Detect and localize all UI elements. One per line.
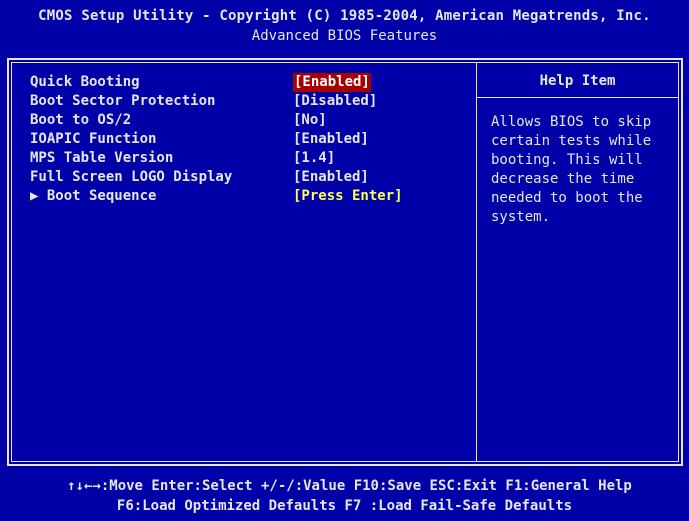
- header-subtitle: Advanced BIOS Features: [251, 28, 438, 44]
- key-legend-line1: ↑↓←→:Move Enter:Select +/-/:Value F10:Sa…: [67, 478, 632, 494]
- setting-value[interactable]: [No]: [293, 111, 327, 130]
- help-title: Help Item: [539, 73, 616, 89]
- setting-label: MPS Table Version: [30, 150, 174, 166]
- settings-frame-inner: Quick Booting [Enabled] Boot Sector Prot…: [11, 62, 679, 462]
- setting-label: Quick Booting: [30, 74, 140, 90]
- setting-quick-booting[interactable]: Quick Booting [Enabled]: [30, 73, 470, 92]
- setting-full-screen-logo[interactable]: Full Screen LOGO Display [Enabled]: [30, 168, 470, 187]
- setting-boot-to-os2[interactable]: Boot to OS/2 [No]: [30, 111, 470, 130]
- setting-value[interactable]: [Enabled]: [293, 130, 369, 149]
- panel-divider: [476, 63, 477, 461]
- setting-label: Boot Sector Protection: [30, 93, 216, 109]
- submenu-value[interactable]: [Press Enter]: [293, 187, 403, 206]
- setting-value[interactable]: [Enabled]: [293, 73, 371, 92]
- key-legend: ↑↓←→:Move Enter:Select +/-/:Value F10:Sa…: [0, 476, 689, 516]
- settings-frame: Quick Booting [Enabled] Boot Sector Prot…: [7, 58, 683, 466]
- setting-boot-sector-protection[interactable]: Boot Sector Protection [Disabled]: [30, 92, 470, 111]
- help-text: Allows BIOS to skip certain tests while …: [491, 114, 652, 225]
- key-legend-line2: F6:Load Optimized Defaults F7 :Load Fail…: [116, 498, 573, 514]
- setting-value[interactable]: [1.4]: [293, 149, 335, 168]
- setting-value[interactable]: [Disabled]: [293, 92, 377, 111]
- submenu-label: ▶ Boot Sequence: [30, 188, 157, 204]
- header-title: CMOS Setup Utility - Copyright (C) 1985-…: [38, 8, 651, 24]
- settings-menu: Quick Booting [Enabled] Boot Sector Prot…: [30, 73, 470, 206]
- setting-label: IOAPIC Function: [30, 131, 157, 147]
- submenu-boot-sequence[interactable]: ▶ Boot Sequence [Press Enter]: [30, 187, 470, 206]
- setting-label: Full Screen LOGO Display: [30, 169, 233, 185]
- bios-header: CMOS Setup Utility - Copyright (C) 1985-…: [0, 0, 689, 50]
- setting-ioapic-function[interactable]: IOAPIC Function [Enabled]: [30, 130, 470, 149]
- setting-value[interactable]: [Enabled]: [293, 168, 369, 187]
- setting-mps-table-version[interactable]: MPS Table Version [1.4]: [30, 149, 470, 168]
- setting-label: Boot to OS/2: [30, 112, 132, 128]
- help-separator: [477, 97, 678, 98]
